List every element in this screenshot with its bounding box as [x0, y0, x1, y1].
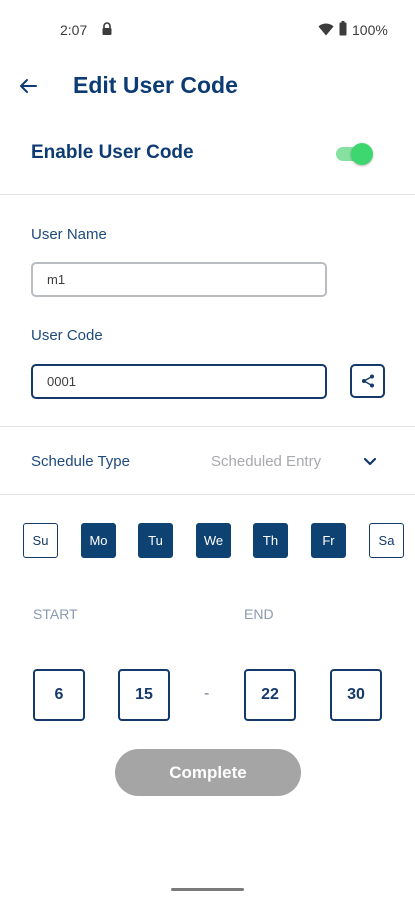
end-hour-picker[interactable]: 22: [244, 669, 296, 721]
enable-user-code-row: Enable User Code: [0, 120, 415, 192]
day-toggle-wednesday[interactable]: We: [196, 523, 231, 558]
page-title: Edit User Code: [73, 72, 238, 98]
start-label: START: [33, 606, 78, 622]
back-button[interactable]: [14, 72, 42, 100]
day-toggle-sunday[interactable]: Su: [23, 523, 58, 558]
end-label: END: [244, 606, 274, 622]
divider: [0, 426, 415, 427]
status-bar: 2:07 100%: [0, 0, 415, 56]
battery-icon: [339, 21, 347, 36]
user-code-input[interactable]: [31, 364, 327, 399]
app-bar: Edit User Code: [0, 56, 415, 116]
share-button[interactable]: [350, 364, 385, 398]
user-code-label: User Code: [31, 327, 103, 344]
status-time: 2:07: [60, 22, 88, 38]
start-hour-picker[interactable]: 6: [33, 669, 85, 721]
share-icon: [361, 374, 374, 388]
schedule-type-label: Schedule Type: [31, 453, 130, 470]
arrow-left-icon: [20, 79, 37, 93]
divider: [0, 494, 415, 495]
wifi-icon: [318, 23, 334, 36]
day-toggle-friday[interactable]: Fr: [311, 523, 346, 558]
end-minute-picker[interactable]: 30: [330, 669, 382, 721]
day-toggle-thursday[interactable]: Th: [253, 523, 288, 558]
enable-user-code-label: Enable User Code: [31, 142, 194, 163]
day-toggle-monday[interactable]: Mo: [81, 523, 116, 558]
enable-user-code-toggle[interactable]: [336, 141, 374, 167]
battery-percentage: 100%: [352, 22, 388, 38]
schedule-type-dropdown[interactable]: Scheduled Entry: [211, 453, 321, 470]
divider: [0, 194, 415, 195]
day-toggle-tuesday[interactable]: Tu: [138, 523, 173, 558]
user-name-input[interactable]: [31, 262, 327, 297]
toggle-thumb: [351, 143, 373, 165]
lock-icon: [102, 22, 112, 35]
complete-button[interactable]: Complete: [115, 749, 301, 796]
time-range-separator: -: [204, 685, 210, 702]
user-name-label: User Name: [31, 226, 107, 243]
day-toggle-saturday[interactable]: Sa: [369, 523, 404, 558]
chevron-down-icon[interactable]: [361, 452, 379, 470]
start-minute-picker[interactable]: 15: [118, 669, 170, 721]
home-indicator: [171, 888, 244, 891]
